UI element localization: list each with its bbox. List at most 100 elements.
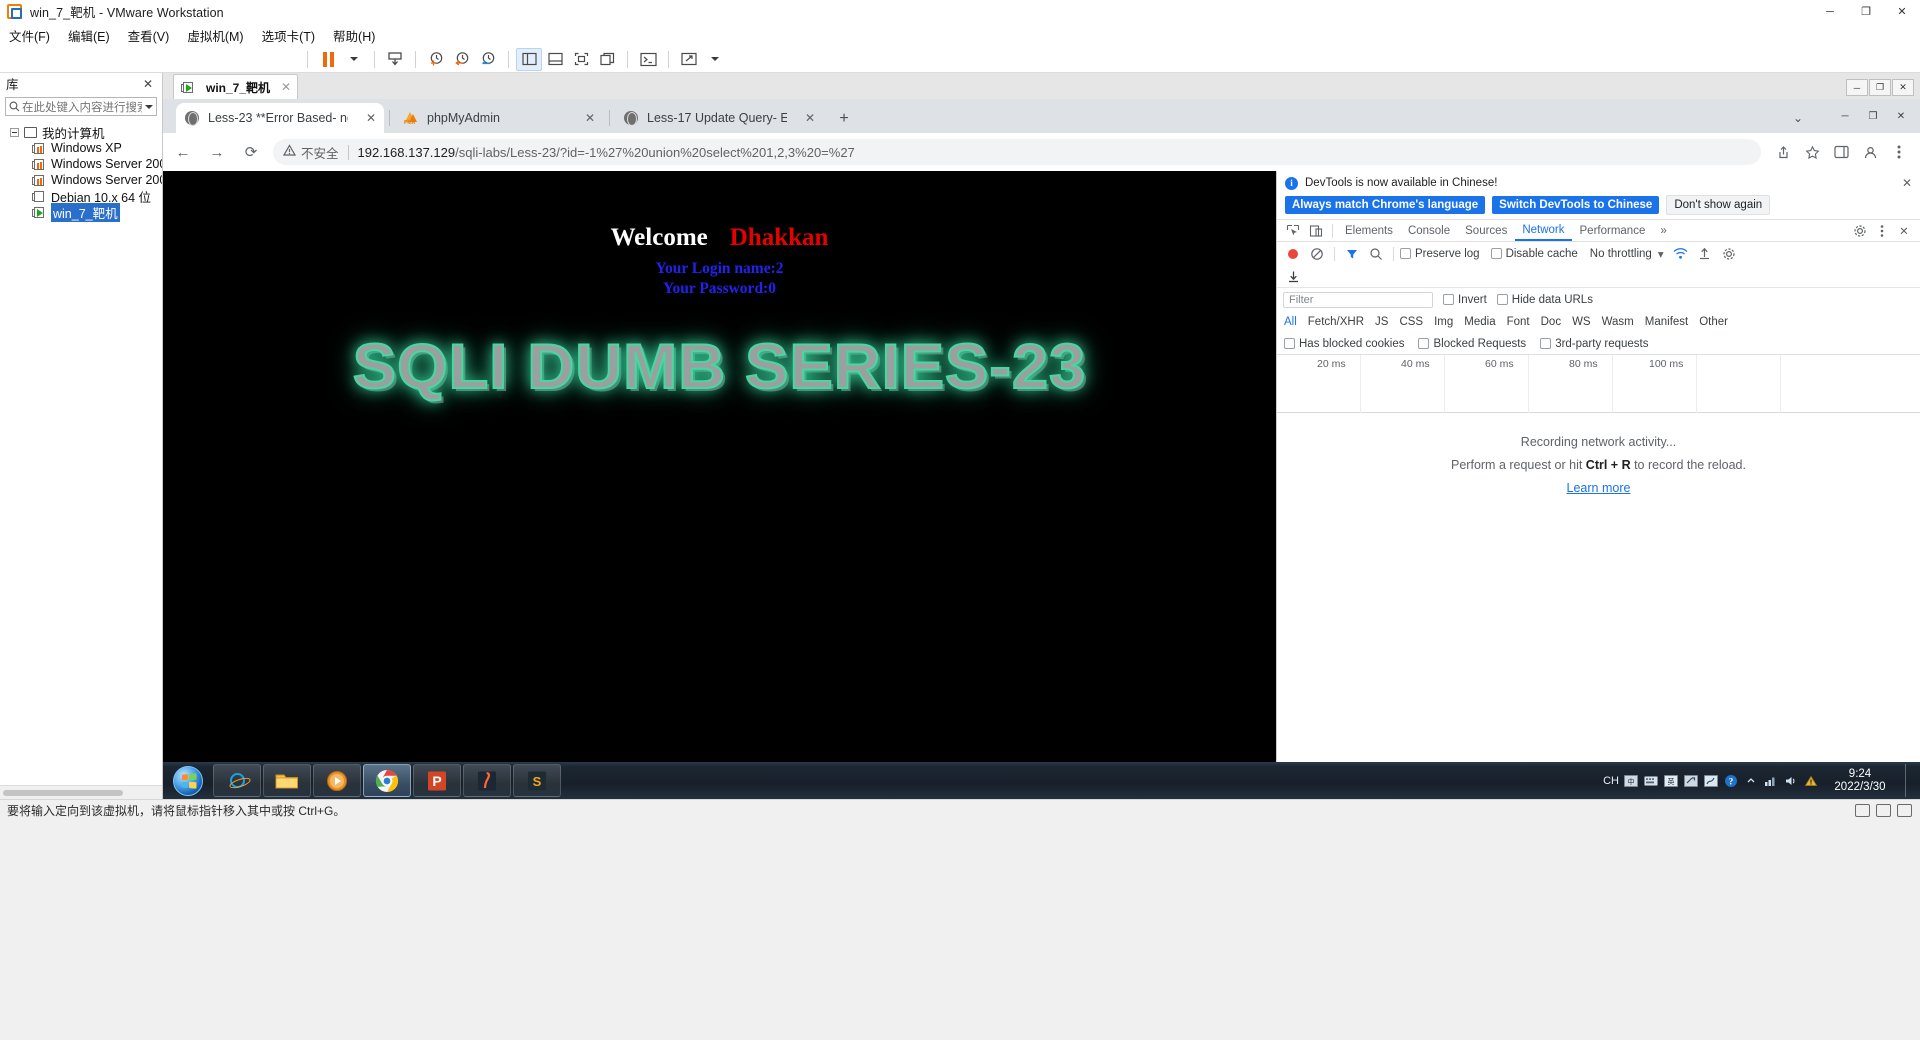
preserve-log-checkbox[interactable]: Preserve log (1400, 248, 1480, 260)
disable-cache-checkbox[interactable]: Disable cache (1490, 248, 1578, 260)
menu-edit[interactable]: 编辑(E) (59, 24, 119, 47)
tab-overflow-icon[interactable]: » (1653, 220, 1673, 241)
dont-show-again-button[interactable]: Don't show again (1666, 195, 1771, 215)
library-horizontal-scrollbar[interactable] (0, 785, 162, 799)
vm-item-windows-xp[interactable]: Windows XP (0, 140, 162, 156)
menu-vm[interactable]: 虚拟机(M) (178, 24, 252, 47)
enter-fullscreen-button[interactable] (568, 48, 594, 71)
tab-sources[interactable]: Sources (1458, 220, 1514, 241)
share-icon[interactable] (1770, 139, 1796, 165)
library-close-button[interactable]: ✕ (140, 77, 156, 91)
taskbar-file-explorer[interactable] (263, 764, 311, 797)
scrollbar-thumb[interactable] (3, 790, 123, 796)
tool-icon[interactable] (1683, 773, 1699, 789)
vm-close-button[interactable]: ✕ (1892, 79, 1914, 96)
type-filter-wasm[interactable]: Wasm (1602, 316, 1634, 328)
vm-tab-win7[interactable]: win_7_靶机 ✕ (173, 74, 299, 99)
volume-icon[interactable] (1783, 773, 1799, 789)
type-filter-fetch-xhr[interactable]: Fetch/XHR (1308, 316, 1364, 328)
address-bar[interactable]: 不安全 192.168.137.129/sqli-labs/Less-23/?i… (273, 139, 1761, 165)
settings-gear-icon[interactable] (1849, 221, 1871, 241)
menu-help[interactable]: 帮助(H) (324, 24, 384, 47)
send-keys-dropdown[interactable] (702, 48, 728, 71)
tab-network[interactable]: Network (1515, 220, 1572, 241)
device-toolbar-icon[interactable] (1305, 221, 1327, 241)
console-button[interactable] (635, 48, 661, 71)
ime-panel-icon[interactable]: 中 (1623, 773, 1639, 789)
network-icon[interactable] (1763, 773, 1779, 789)
profile-icon[interactable] (1857, 139, 1883, 165)
help-icon[interactable]: ? (1723, 773, 1739, 789)
keyboard-icon[interactable] (1643, 773, 1659, 789)
type-filter-font[interactable]: Font (1507, 316, 1530, 328)
close-icon[interactable]: ✕ (805, 111, 815, 125)
vm-restore-button[interactable]: ❐ (1869, 79, 1891, 96)
invert-checkbox[interactable]: Invert (1443, 294, 1487, 306)
chrome-tab-less17[interactable]: Less-17 Update Query- Error b ✕ (615, 103, 823, 133)
vm-item-windows-server-2003[interactable]: Windows Server 2003 (0, 156, 162, 172)
close-icon[interactable]: ✕ (585, 111, 595, 125)
tab-performance[interactable]: Performance (1573, 220, 1653, 241)
blocked-requests-checkbox[interactable]: Blocked Requests (1418, 338, 1526, 350)
search-icon[interactable] (1365, 244, 1387, 264)
import-har-icon[interactable] (1282, 266, 1304, 286)
security-status[interactable]: 不安全 (282, 143, 339, 162)
back-button[interactable]: ← (169, 138, 197, 166)
unity-mode-button[interactable] (594, 48, 620, 71)
maximize-button[interactable]: ❐ (1848, 0, 1884, 24)
type-filter-css[interactable]: CSS (1399, 316, 1423, 328)
taskbar-burp-suite[interactable] (463, 764, 511, 797)
learn-more-link[interactable]: Learn more (1567, 481, 1631, 495)
start-button[interactable] (165, 764, 211, 797)
more-options-icon[interactable] (1871, 221, 1893, 241)
inspect-icon[interactable] (1282, 221, 1304, 241)
type-filter-img[interactable]: Img (1434, 316, 1453, 328)
show-library-button[interactable] (516, 47, 542, 71)
show-desktop-button[interactable] (1905, 764, 1914, 797)
tree-root-my-computer[interactable]: 我的计算机 (0, 124, 162, 141)
snapshot-manager2-button[interactable] (475, 48, 501, 71)
notice-close-icon[interactable]: ✕ (1902, 176, 1912, 190)
filter-icon[interactable] (1341, 244, 1363, 264)
language-icon[interactable]: 英 (1663, 773, 1679, 789)
clear-icon[interactable] (1306, 244, 1328, 264)
throttling-chevron-icon[interactable]: ▾ (1654, 244, 1668, 264)
suspend-button[interactable] (315, 48, 341, 71)
type-filter-js[interactable]: JS (1375, 316, 1388, 328)
collapse-icon[interactable] (10, 127, 19, 137)
throttling-select[interactable]: No throttling (1590, 248, 1652, 260)
show-hidden-icons-arrow-icon[interactable] (1743, 773, 1759, 789)
type-filter-manifest[interactable]: Manifest (1645, 316, 1688, 328)
vm-minimize-button[interactable]: ─ (1846, 79, 1868, 96)
taskbar-google-chrome[interactable] (363, 764, 411, 797)
more-menu-icon[interactable] (1886, 139, 1912, 165)
clock[interactable]: 9:24 2022/3/30 (1823, 768, 1897, 794)
record-button-icon[interactable] (1282, 244, 1304, 264)
type-filter-doc[interactable]: Doc (1541, 316, 1561, 328)
tab-search-chevron-icon[interactable]: ⌄ (1788, 108, 1808, 128)
manage-snapshots-button[interactable] (382, 48, 408, 71)
type-filter-all[interactable]: All (1284, 316, 1297, 328)
always-match-language-button[interactable]: Always match Chrome's language (1285, 196, 1486, 214)
star-icon[interactable] (1799, 139, 1825, 165)
hide-data-urls-checkbox[interactable]: Hide data URLs (1496, 294, 1593, 306)
type-filter-other[interactable]: Other (1699, 316, 1728, 328)
chrome-close-button[interactable]: ✕ (1888, 106, 1914, 126)
handwriting-icon[interactable] (1703, 773, 1719, 789)
close-button[interactable]: ✕ (1884, 0, 1920, 24)
switch-to-chinese-button[interactable]: Switch DevTools to Chinese (1492, 196, 1660, 214)
has-blocked-cookies-checkbox[interactable]: Has blocked cookies (1284, 338, 1404, 350)
sidepanel-icon[interactable] (1828, 139, 1854, 165)
chrome-tab-phpmyadmin[interactable]: PMA phpMyAdmin ✕ (395, 103, 603, 133)
chrome-maximize-button[interactable]: ❐ (1860, 106, 1886, 126)
vm-item-win7-target[interactable]: win_7_靶机 (0, 202, 162, 222)
chrome-tab-less23[interactable]: Less-23 **Error Based- no com ✕ (176, 103, 384, 133)
close-icon[interactable]: ✕ (366, 111, 376, 125)
take-snapshot-button[interactable] (423, 48, 449, 71)
new-tab-button[interactable]: + (833, 108, 855, 130)
power-dropdown-button[interactable] (341, 48, 367, 71)
taskbar-sublime-text[interactable]: S (513, 764, 561, 797)
tab-elements[interactable]: Elements (1338, 220, 1400, 241)
search-dropdown-icon[interactable] (142, 104, 156, 109)
menu-file[interactable]: 文件(F) (0, 24, 59, 47)
